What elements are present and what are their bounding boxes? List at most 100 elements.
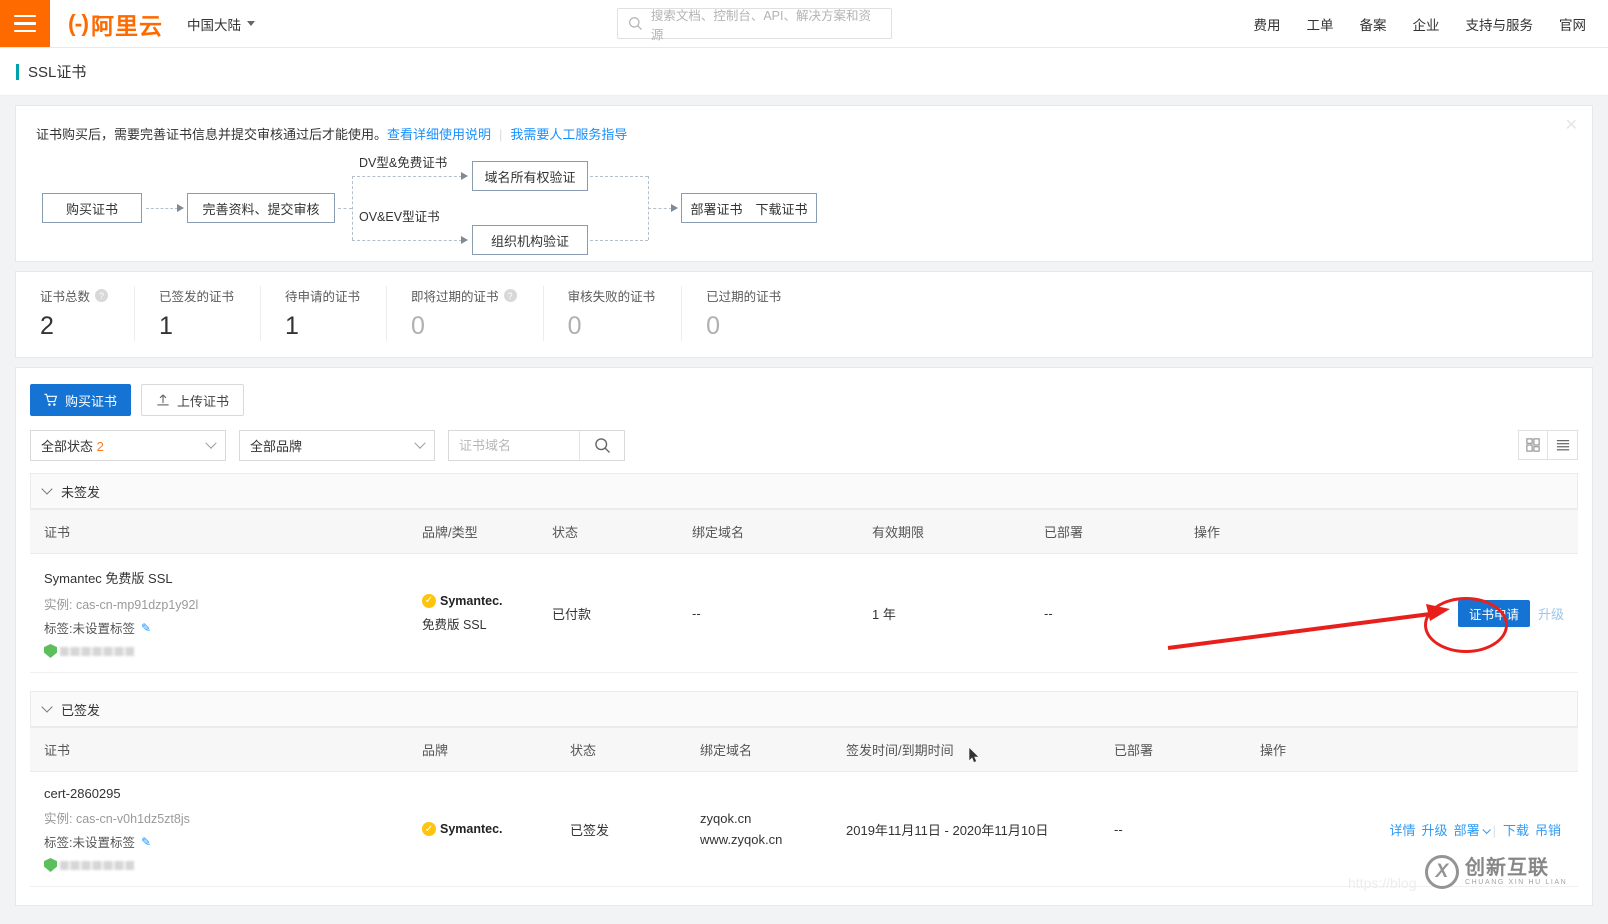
hamburger-icon[interactable] (0, 0, 50, 47)
group-unissued-header[interactable]: 未签发 (30, 473, 1578, 509)
brand-filter-select[interactable]: 全部品牌 (239, 430, 435, 461)
col-status: 状态 (556, 727, 686, 772)
view-toggle-group (1518, 430, 1578, 460)
help-icon[interactable]: ? (95, 289, 109, 302)
flow-arrow-1 (177, 204, 184, 212)
blurred-text (60, 860, 134, 870)
cell-issue-expiry: 2019年11月11日 - 2020年11月10日 (832, 771, 1100, 887)
list-view-button[interactable] (1548, 430, 1578, 460)
cell-bound-domain: zyqok.cn www.zyqok.cn (686, 771, 832, 887)
flow-merge-bottom (590, 240, 648, 241)
nav-link-fees[interactable]: 费用 (1241, 14, 1294, 34)
deploy-link[interactable]: 部署 (1454, 823, 1480, 838)
cell-deployed: -- (1100, 771, 1246, 887)
detail-link[interactable]: 详情 (1390, 823, 1416, 838)
edit-tag-icon[interactable]: ✎ (141, 835, 151, 849)
nav-link-icp[interactable]: 备案 (1347, 14, 1400, 34)
certificate-blurred-badge (44, 644, 394, 658)
chevron-down-icon (414, 437, 426, 449)
stat-pending-certificates-label: 待申请的证书 (285, 290, 361, 304)
domain-search-button[interactable] (579, 431, 624, 460)
title-accent-bar (16, 63, 19, 80)
search-icon (629, 17, 642, 31)
chevron-down-icon[interactable] (1482, 825, 1491, 834)
flow-node-org-validation: 组织机构验证 (472, 225, 588, 255)
stat-label: 即将过期的证书 ? (411, 286, 517, 305)
blurred-text (60, 646, 134, 656)
aliyun-logo[interactable]: (-) 阿里云 (50, 0, 177, 47)
certificate-name: Symantec 免费版 SSL (44, 571, 173, 586)
page-header: SSL证书 (0, 48, 1608, 96)
close-icon[interactable]: ✕ (1565, 118, 1578, 134)
watermark-x-icon: X (1425, 855, 1459, 889)
flow-node-deploy-download: 部署证书 下载证书 (681, 193, 817, 223)
nav-link-enterprise[interactable]: 企业 (1400, 14, 1453, 34)
stat-total-certificates: 证书总数 ? 2 (16, 286, 136, 341)
upgrade-link[interactable]: 升级 (1422, 823, 1448, 838)
notice-banner: 证书购买后，需要完善证书信息并提交审核通过后才能使用。查看详细使用说明 | 我需要人… (16, 106, 1592, 151)
list-toolbar: 购买证书 上传证书 (16, 368, 1592, 416)
nav-link-website[interactable]: 官网 (1546, 14, 1594, 34)
col-brand-type: 品牌/类型 (408, 509, 538, 554)
certificate-flow-diagram: 购买证书 完善资料、提交审核 DV型&免费证书 OV&EV型证书 域名所有权验证… (28, 156, 1592, 255)
logo-mark-icon: (-) (68, 10, 89, 36)
stat-label: 证书总数 ? (40, 286, 109, 305)
notice-link-detail[interactable]: 查看详细使用说明 (387, 127, 491, 142)
cell-brand: ✓ Symantec. (408, 771, 556, 887)
region-selector[interactable]: 中国大陆 (177, 0, 265, 47)
cell-certificate: cert-2860295 实例: cas-cn-v0h1dz5zt8js 标签:… (30, 771, 408, 887)
cell-status: 已签发 (556, 771, 686, 887)
col-brand: 品牌 (408, 727, 556, 772)
domain-search-group (448, 430, 625, 461)
brand-name: Symantec. (440, 822, 503, 836)
cell-deployed: -- (1030, 553, 1180, 673)
global-search-box[interactable]: 搜索文档、控制台、API、解决方案和资源 (617, 8, 892, 42)
nav-link-support[interactable]: 支持与服务 (1453, 14, 1547, 34)
flow-node-buy-label: 购买证书 (65, 201, 118, 217)
notice-divider: | (499, 127, 503, 142)
list-view-icon (1556, 440, 1569, 451)
certificate-name: cert-2860295 (44, 786, 121, 801)
upload-certificate-button[interactable]: 上传证书 (141, 384, 245, 416)
table-row: Symantec 免费版 SSL 实例: cas-cn-mp91dzp1y92l… (30, 553, 1578, 673)
group-issued-title: 已签发 (61, 702, 101, 718)
page-content: 证书购买后，需要完善证书信息并提交审核通过后才能使用。查看详细使用说明 | 我需要人… (0, 96, 1608, 906)
flow-connector-2 (338, 208, 352, 209)
brand-filter-label: 全部品牌 (250, 439, 303, 454)
flow-branch-spine (352, 176, 353, 240)
action-divider: | (1492, 822, 1496, 838)
group-issued-header[interactable]: 已签发 (30, 691, 1578, 727)
edit-tag-icon[interactable]: ✎ (141, 621, 151, 635)
flow-arrow-2 (461, 172, 468, 180)
stat-label: 待申请的证书 (285, 286, 360, 305)
status-filter-count: 2 (96, 439, 104, 454)
revoke-link[interactable]: 吊销 (1535, 823, 1561, 838)
operations-links: 详情 升级 部署 | 下载 吊销 (1260, 820, 1564, 839)
upgrade-link[interactable]: 升级 (1538, 604, 1564, 623)
search-icon (594, 438, 610, 454)
domain-search-input[interactable] (449, 431, 579, 460)
flow-connector-1 (146, 208, 178, 209)
certificate-instance: 实例: cas-cn-v0h1dz5zt8js (44, 812, 190, 826)
flow-node-submit: 完善资料、提交审核 (187, 193, 335, 223)
operations-group: 证书申请 升级 (1194, 599, 1564, 627)
table-header-row: 证书 品牌/类型 状态 绑定域名 有效期限 已部署 操作 (30, 509, 1578, 554)
nav-link-tickets[interactable]: 工单 (1294, 14, 1347, 34)
buy-certificate-button[interactable]: 购买证书 (30, 384, 132, 416)
stat-failed-certificates: 审核失败的证书 0 (544, 286, 683, 341)
certificate-instance: 实例: cas-cn-mp91dzp1y92l (44, 598, 199, 612)
help-icon[interactable]: ? (503, 289, 517, 302)
status-filter-select[interactable]: 全部状态 2 (30, 430, 226, 461)
cell-bound-domain: -- (678, 553, 858, 673)
notice-link-manual-service[interactable]: 我需要人工服务指导 (510, 127, 627, 142)
stat-pending-certificates-value: 1 (285, 312, 299, 340)
apply-certificate-button[interactable]: 证书申请 (1457, 599, 1530, 627)
flow-node-org-validation-label: 组织机构验证 (490, 233, 569, 249)
nav-links: 费用 工单 备案 企业 支持与服务 官网 (1241, 0, 1608, 47)
grid-view-button[interactable] (1518, 430, 1548, 460)
flow-branch-top (352, 176, 462, 177)
watermark-brand-pinyin: CHUANG XIN HU LIAN (1465, 879, 1568, 886)
download-link[interactable]: 下载 (1503, 823, 1529, 838)
shield-icon (44, 858, 57, 872)
grid-view-icon (1526, 438, 1540, 452)
